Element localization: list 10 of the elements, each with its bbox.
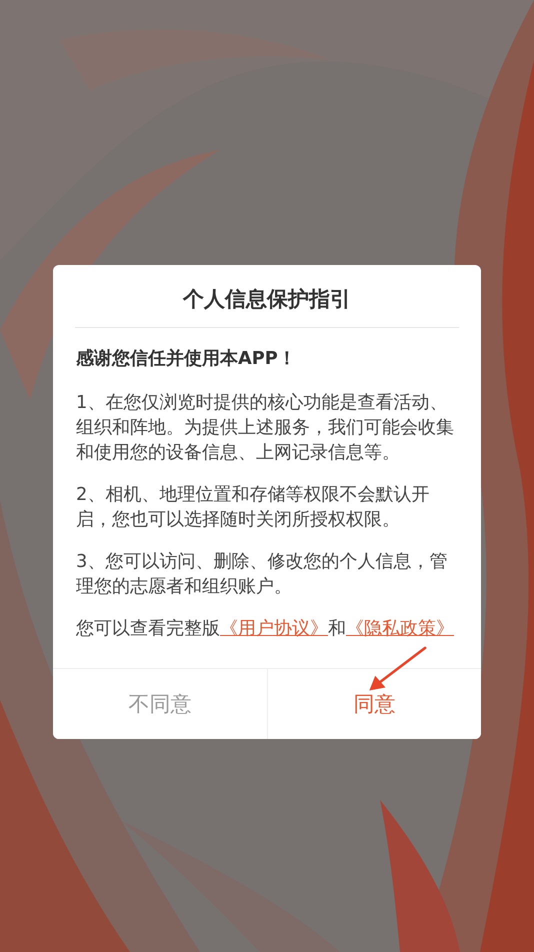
greeting-text: 感谢您信任并使用本APP！ [76,347,297,371]
policy-link[interactable]: 《隐私政策》 [346,618,454,639]
agree-button[interactable]: 同意 [267,669,481,739]
dialog-title: 个人信息保护指引 [182,286,352,313]
paragraph: 2、相机、地理位置和存储等权限不会默认开启，您也可以选择随时关闭所授权权限。 [76,483,430,532]
paragraph: 1、在您仅浏览时提供的核心功能是查看活动、组织和阵地。为提供上述服务，我们可能会收集和使用您的设备信息、上网记录信息等。 [76,391,455,465]
arrow-icon [369,646,426,690]
consent-text: 您可以查看完整版《用户协议》和《隐私政策》 [76,617,455,641]
policy-link[interactable]: 《用户协议》 [220,618,328,639]
paragraph: 3、您可以访问、删除、修改您的个人信息，管理您的志愿者和组织账户。 [76,550,448,599]
